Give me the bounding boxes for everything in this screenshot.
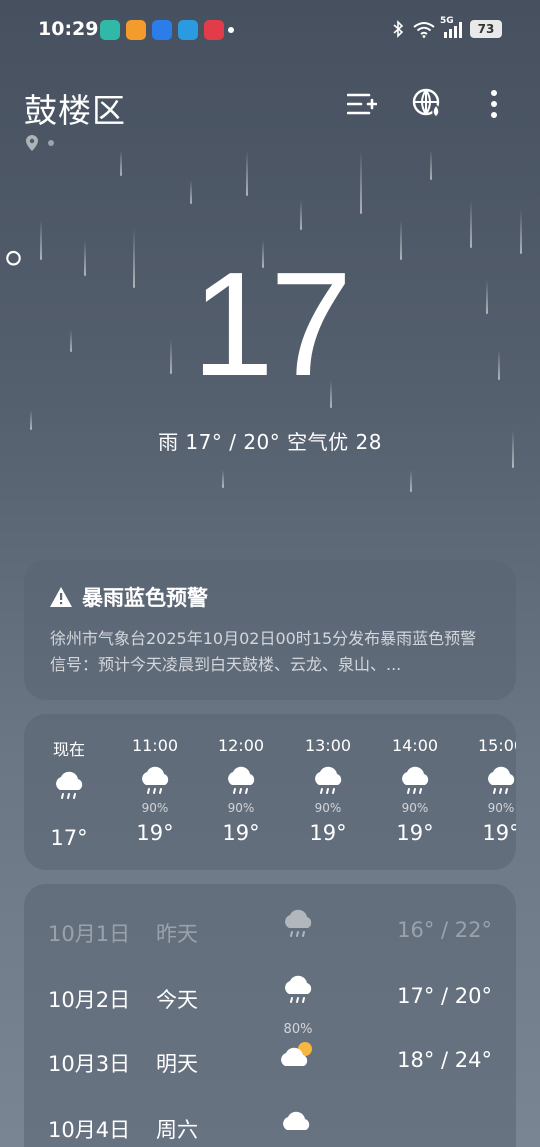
partly-sunny-icon <box>281 1042 312 1066</box>
hour-temp: 17° <box>50 826 88 850</box>
day-date: 10月1日 <box>48 922 131 946</box>
hour-precip <box>34 806 104 822</box>
daily-row[interactable]: 10月2日 今天 80% 17° / 20° <box>48 975 492 1040</box>
more-notifications-dot <box>228 27 234 33</box>
hour-temp: 19° <box>136 821 174 845</box>
hourly-item: 12:00 90% 19° <box>206 736 276 845</box>
hourly-item: 15:00 90% 19° <box>466 736 516 845</box>
day-temp-range: 18° / 24° <box>397 1048 492 1072</box>
hour-temp: 19° <box>309 821 347 845</box>
rain-icon <box>142 766 169 794</box>
day-name: 明天 <box>156 1052 198 1076</box>
rain-icon <box>402 766 429 794</box>
weather-map-button[interactable] <box>412 88 444 120</box>
rain-icon <box>56 771 83 799</box>
network-type: 5G <box>440 16 454 26</box>
more-options-button[interactable] <box>478 88 510 120</box>
rain-icon <box>228 766 255 794</box>
rain-icon <box>315 766 342 794</box>
app-notification-icon <box>100 20 120 40</box>
app-notification-icon <box>204 20 224 40</box>
current-temperature-value: 17 <box>191 242 353 407</box>
location-pin-icon <box>26 135 38 151</box>
day-name: 今天 <box>156 988 198 1012</box>
app-notification-icon <box>152 20 172 40</box>
hourly-item: 11:00 90% 19° <box>120 736 190 845</box>
hour-time: 15:00 <box>477 736 516 755</box>
hour-precip: 90% <box>314 801 342 815</box>
rain-icon <box>285 909 312 937</box>
bluetooth-icon <box>393 20 404 38</box>
app-notification-icon <box>178 20 198 40</box>
day-name: 周六 <box>156 1118 198 1142</box>
day-date: 10月3日 <box>48 1052 131 1076</box>
hour-temp: 19° <box>482 821 516 845</box>
hourly-item: 现在 17° <box>34 736 104 850</box>
degree-symbol: ° <box>0 240 27 303</box>
day-temp-range: 17° / 20° <box>397 984 492 1008</box>
hour-precip: 90% <box>227 801 255 815</box>
alert-title: 暴雨蓝色预警 <box>82 586 208 610</box>
hour-temp: 19° <box>396 821 434 845</box>
current-temperature: 17 <box>0 240 540 410</box>
hour-time: 13:00 <box>304 736 352 755</box>
location-page-indicator <box>26 135 54 151</box>
manage-cities-button[interactable] <box>346 88 378 120</box>
status-time: 10:29 <box>38 18 99 40</box>
hourly-forecast-card[interactable]: 现在 17° 11:00 90% 19° 12:00 90% 19° 13:00… <box>24 714 516 870</box>
warning-icon <box>50 587 72 607</box>
daily-row[interactable]: 10月4日 周六 <box>48 1111 492 1147</box>
list-add-icon <box>347 93 377 115</box>
status-bar: 10:29 5G 73 <box>0 0 540 62</box>
daily-forecast-card[interactable]: 10月1日 昨天 16° / 22° 10月2日 今天 80% 17° / 20… <box>24 884 516 1147</box>
page-dot <box>48 140 54 146</box>
day-date: 10月4日 <box>48 1118 131 1142</box>
weather-alert-card[interactable]: 暴雨蓝色预警 徐州市气象台2025年10月02日00时15分发布暴雨蓝色预警信号… <box>24 560 516 700</box>
notification-icons <box>100 20 224 40</box>
hourly-item: 13:00 90% 19° <box>293 736 363 845</box>
cloudy-icon <box>283 1111 310 1130</box>
day-date: 10月2日 <box>48 988 131 1012</box>
alert-text: 徐州市气象台2025年10月02日00时15分发布暴雨蓝色预警信号：预计今天凌晨… <box>50 629 477 674</box>
hour-time: 现在 <box>52 740 85 759</box>
daily-row[interactable]: 10月1日 昨天 16° / 22° <box>48 909 492 974</box>
hourly-item: 14:00 90% 19° <box>380 736 450 845</box>
hour-precip: 90% <box>141 801 169 815</box>
hour-time: 14:00 <box>391 736 439 755</box>
day-name: 昨天 <box>156 922 198 946</box>
signal-icon: 5G <box>440 16 462 38</box>
wifi-icon <box>413 22 435 38</box>
rain-icon <box>488 766 515 794</box>
rain-icon <box>285 975 312 1003</box>
day-temp-range: 16° / 22° <box>397 918 492 942</box>
app-notification-icon <box>126 20 146 40</box>
hour-precip: 90% <box>487 801 515 815</box>
battery-indicator: 73 <box>470 20 502 38</box>
hour-time: 11:00 <box>131 736 179 755</box>
hour-precip: 90% <box>401 801 429 815</box>
more-vertical-icon <box>491 90 497 118</box>
location-title[interactable]: 鼓楼区 <box>24 84 126 132</box>
daily-row[interactable]: 10月3日 明天 18° / 24° <box>48 1042 492 1104</box>
day-precip: 80% <box>283 1022 313 1037</box>
current-summary: 雨 17° / 20° 空气优 28 <box>158 430 382 454</box>
globe-drop-icon <box>412 88 440 118</box>
hour-time: 12:00 <box>217 736 265 755</box>
hour-temp: 19° <box>222 821 260 845</box>
